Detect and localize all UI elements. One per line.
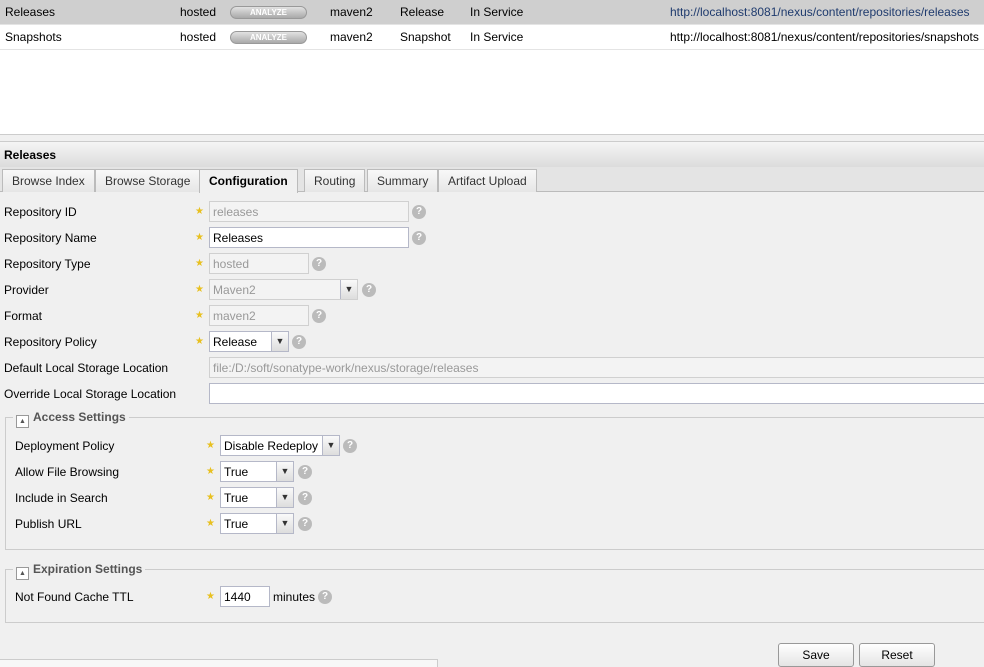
required-star-icon: ★ [206,518,215,529]
repo-policy: Release [400,5,445,19]
override-storage-input[interactable] [209,383,984,404]
policy-select[interactable]: Release ▼ [209,331,289,352]
access-settings-fieldset [5,417,984,550]
repo-policy: Snapshot [400,30,451,44]
help-icon[interactable]: ? [343,439,357,453]
help-icon[interactable]: ? [298,491,312,505]
format-input[interactable]: maven2 [209,305,309,326]
tab-artifact-upload[interactable]: Artifact Upload [438,169,537,192]
help-icon[interactable]: ? [292,335,306,349]
required-star-icon: ★ [195,258,204,269]
required-star-icon: ★ [195,284,204,295]
help-icon[interactable]: ? [412,205,426,219]
repo-id-input[interactable]: releases [209,201,409,222]
help-icon[interactable]: ? [312,309,326,323]
cache-ttl-input[interactable]: 1440 [220,586,270,607]
chevron-down-icon[interactable]: ▼ [271,332,288,351]
chevron-down-icon[interactable]: ▼ [276,514,293,533]
tab-browse-index[interactable]: Browse Index [2,169,95,192]
analyze-button[interactable]: ANALYZE [230,31,307,44]
repo-name: Releases [5,5,56,19]
repo-type-label: Repository Type [4,257,91,271]
repo-url[interactable]: http://localhost:8081/nexus/content/repo… [670,5,970,19]
chevron-down-icon[interactable]: ▼ [322,436,339,455]
repository-grid: Releases hosted ANALYZE maven2 Release I… [0,0,984,135]
repo-format: maven2 [330,5,373,19]
repo-url[interactable]: http://localhost:8081/nexus/content/repo… [670,30,979,44]
repo-type: hosted [180,30,217,44]
tab-browse-storage[interactable]: Browse Storage [95,169,201,192]
deployment-policy-label: Deployment Policy [15,439,115,453]
required-star-icon: ★ [206,492,215,503]
repo-name: Snapshots [5,30,62,44]
table-row[interactable]: Releases hosted ANALYZE maven2 Release I… [0,0,984,25]
format-label: Format [4,309,43,323]
expiration-settings-legend[interactable]: ▲ Expiration Settings [13,562,146,580]
cache-ttl-label: Not Found Cache TTL [15,590,134,604]
required-star-icon: ★ [195,232,204,243]
chevron-down-icon[interactable]: ▼ [340,280,357,299]
help-icon[interactable]: ? [298,517,312,531]
bottom-panel-edge [0,659,438,667]
tab-summary[interactable]: Summary [367,169,439,192]
include-search-select[interactable]: True ▼ [220,487,294,508]
analyze-button[interactable]: ANALYZE [230,6,307,19]
required-star-icon: ★ [195,336,204,347]
default-storage-input[interactable]: file:/D:/soft/sonatype-work/nexus/storag… [209,357,984,378]
repo-type: hosted [180,5,217,19]
repo-status: In Service [470,5,524,19]
repo-format: maven2 [330,30,373,44]
file-browsing-select[interactable]: True ▼ [220,461,294,482]
required-star-icon: ★ [206,591,215,602]
override-storage-label: Override Local Storage Location [4,387,177,401]
repo-status: In Service [470,30,524,44]
help-icon[interactable]: ? [362,283,376,297]
repo-name-input[interactable]: Releases [209,227,409,248]
reset-button[interactable]: Reset [859,643,935,667]
panel-title: Releases [0,141,984,167]
required-star-icon: ★ [195,206,204,217]
provider-select[interactable]: Maven2 ▼ [209,279,358,300]
cache-ttl-unit: minutes [273,590,316,604]
help-icon[interactable]: ? [412,231,426,245]
access-settings-legend[interactable]: ▲ Access Settings [13,410,129,428]
help-icon[interactable]: ? [312,257,326,271]
repo-type-input[interactable]: hosted [209,253,309,274]
help-icon[interactable]: ? [298,465,312,479]
collapse-icon[interactable]: ▲ [16,415,29,428]
deployment-policy-select[interactable]: Disable Redeploy ▼ [220,435,340,456]
repo-name-label: Repository Name [4,231,97,245]
table-row[interactable]: Snapshots hosted ANALYZE maven2 Snapshot… [0,25,984,50]
save-button[interactable]: Save [778,643,854,667]
file-browsing-label: Allow File Browsing [15,465,120,479]
expiration-settings-fieldset [5,569,984,623]
provider-label: Provider [4,283,49,297]
default-storage-label: Default Local Storage Location [4,361,169,375]
chevron-down-icon[interactable]: ▼ [276,462,293,481]
required-star-icon: ★ [206,466,215,477]
repo-id-label: Repository ID [4,205,77,219]
tab-routing[interactable]: Routing [304,169,366,192]
collapse-icon[interactable]: ▲ [16,567,29,580]
required-star-icon: ★ [195,310,204,321]
policy-label: Repository Policy [4,335,97,349]
publish-url-label: Publish URL [15,517,82,531]
publish-url-select[interactable]: True ▼ [220,513,294,534]
chevron-down-icon[interactable]: ▼ [276,488,293,507]
include-search-label: Include in Search [15,491,108,505]
tab-bar: Browse Index Browse Storage Configuratio… [0,167,984,193]
tab-configuration[interactable]: Configuration [199,169,298,193]
help-icon[interactable]: ? [318,590,332,604]
required-star-icon: ★ [206,440,215,451]
